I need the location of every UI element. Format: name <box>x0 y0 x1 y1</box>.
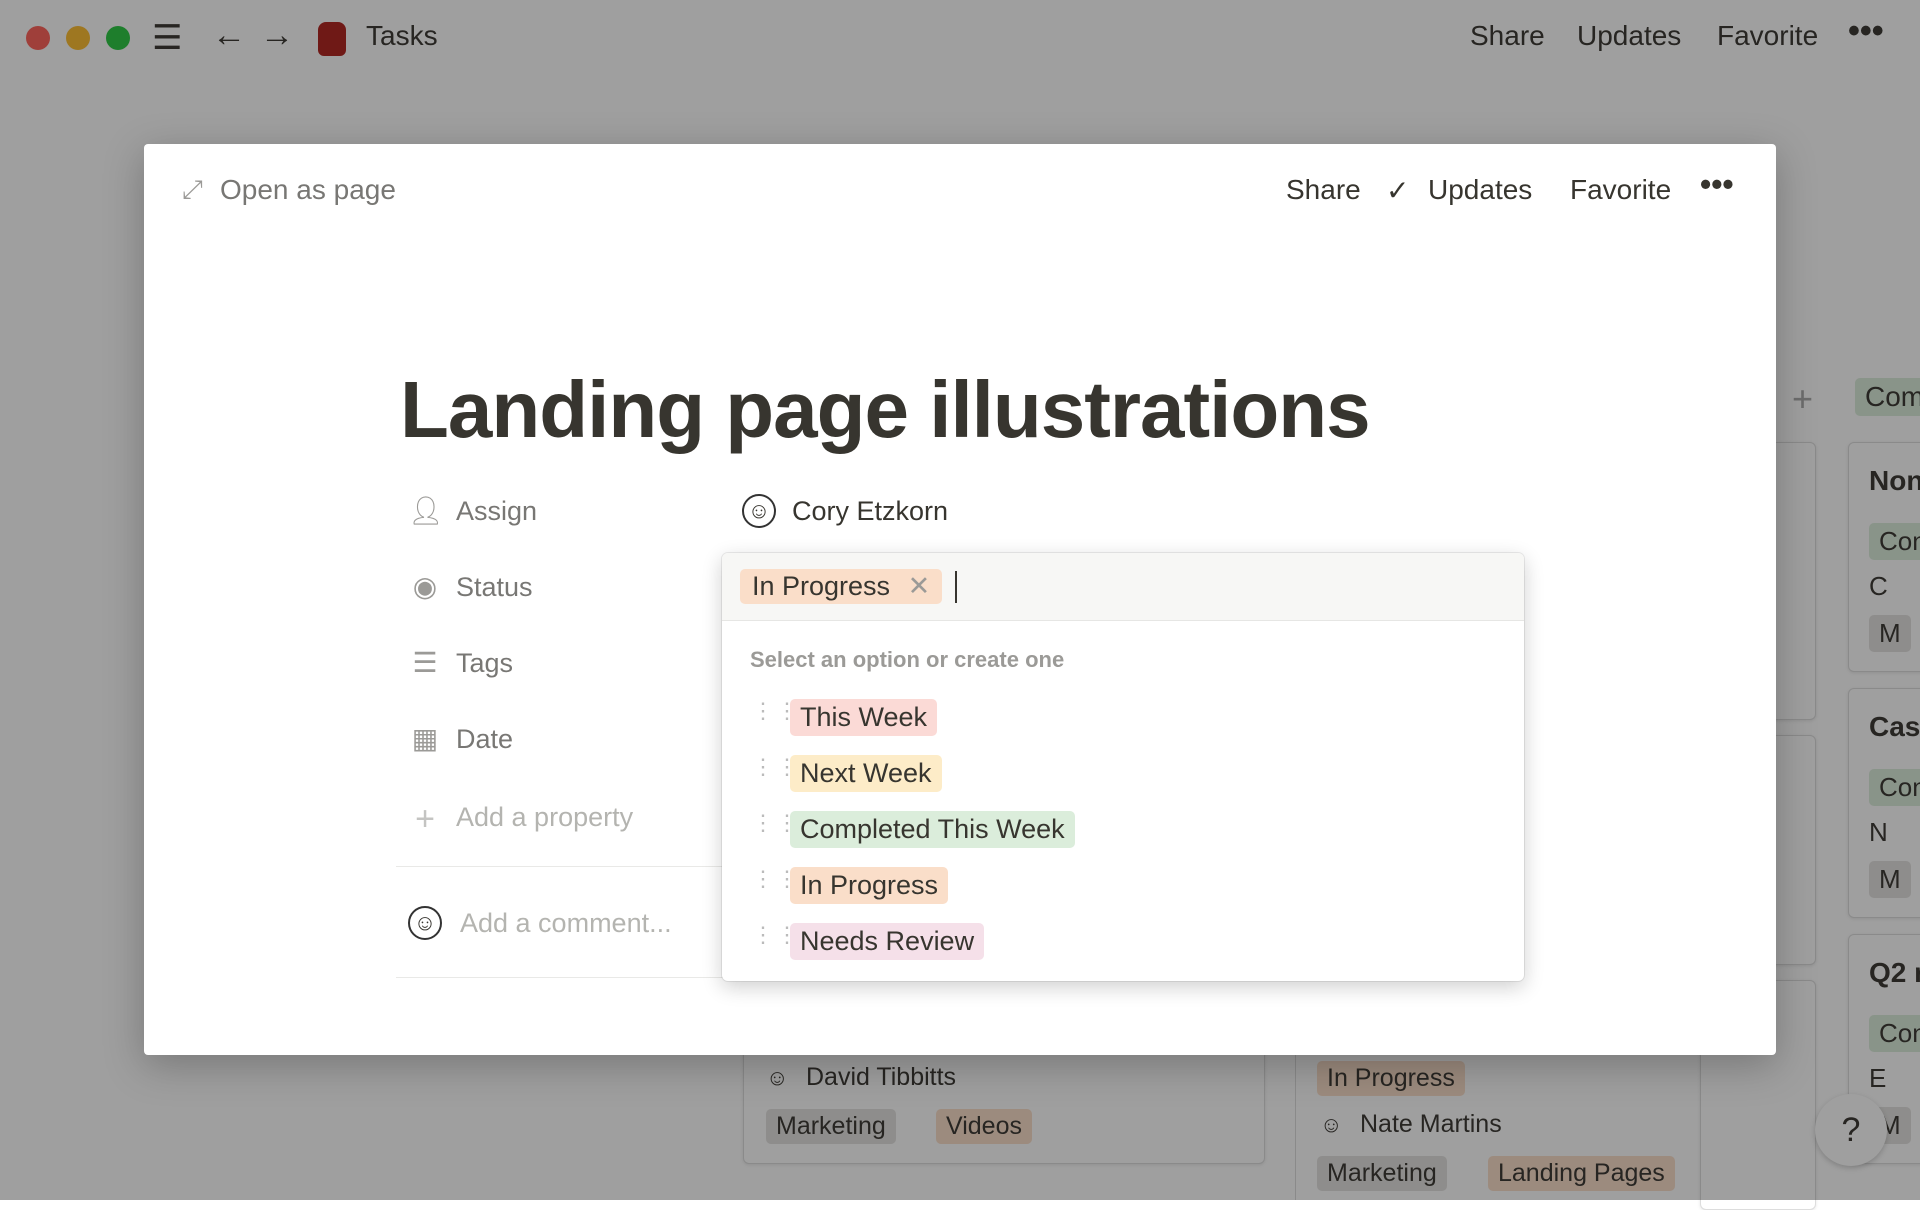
updates-button[interactable]: Updates <box>1428 174 1532 206</box>
assignee-avatar: ☺ <box>742 494 776 528</box>
status-option[interactable]: ⋮⋮ In Progress <box>722 860 1524 912</box>
property-status-label[interactable]: Status <box>456 572 533 603</box>
drag-handle-icon[interactable]: ⋮⋮ <box>752 924 798 956</box>
status-option[interactable]: ⋮⋮ Next Week <box>722 748 1524 800</box>
status-option-chip: In Progress <box>790 867 949 904</box>
plus-icon: + <box>415 800 435 838</box>
status-option-chip: This Week <box>790 699 938 736</box>
text-cursor <box>955 571 957 603</box>
status-dropdown: In Progress ✕ Select an option or create… <box>722 553 1524 981</box>
dropdown-hint: Select an option or create one <box>750 647 1065 672</box>
assignee-name[interactable]: Cory Etzkorn <box>792 496 948 527</box>
selected-status-chip: In Progress ✕ <box>740 569 943 604</box>
user-avatar: ☺ <box>408 906 442 940</box>
status-option-chip: Completed This Week <box>790 811 1075 848</box>
drag-handle-icon[interactable]: ⋮⋮ <box>752 868 798 900</box>
check-icon: ✓ <box>1386 175 1410 206</box>
status-option-chip: Next Week <box>790 755 942 792</box>
property-date-label[interactable]: Date <box>456 724 513 755</box>
list-icon: ☰ <box>412 647 438 678</box>
divider <box>396 866 726 867</box>
more-options-icon[interactable]: ••• <box>1700 166 1734 203</box>
property-assign-label[interactable]: Assign <box>456 496 537 527</box>
selected-status-label: In Progress <box>752 571 891 601</box>
status-search-input[interactable]: In Progress ✕ <box>722 553 1524 621</box>
calendar-icon: ▦ <box>411 723 439 754</box>
property-tags-label[interactable]: Tags <box>456 648 513 679</box>
status-option[interactable]: ⋮⋮ Needs Review <box>722 916 1524 968</box>
remove-status-icon[interactable]: ✕ <box>908 571 931 601</box>
divider <box>396 977 726 978</box>
drag-handle-icon[interactable]: ⋮⋮ <box>752 812 798 844</box>
status-option[interactable]: ⋮⋮ This Week <box>722 692 1524 744</box>
person-icon: 👤︎ <box>408 495 444 526</box>
page-title[interactable]: Landing page illustrations <box>400 364 1371 456</box>
comment-input[interactable]: Add a comment... <box>460 908 672 939</box>
open-as-page-button[interactable]: Open as page <box>220 174 396 206</box>
favorite-button[interactable]: Favorite <box>1570 174 1671 206</box>
status-option[interactable]: ⋮⋮ Completed This Week <box>722 804 1524 856</box>
status-option-chip: Needs Review <box>790 923 985 960</box>
share-button[interactable]: Share <box>1286 174 1361 206</box>
drag-handle-icon[interactable]: ⋮⋮ <box>752 700 798 732</box>
add-property-button[interactable]: Add a property <box>456 802 633 833</box>
drag-handle-icon[interactable]: ⋮⋮ <box>752 756 798 788</box>
open-as-page-icon[interactable]: ⤢ <box>182 174 203 206</box>
chevron-circle-icon: ◉ <box>412 571 438 602</box>
